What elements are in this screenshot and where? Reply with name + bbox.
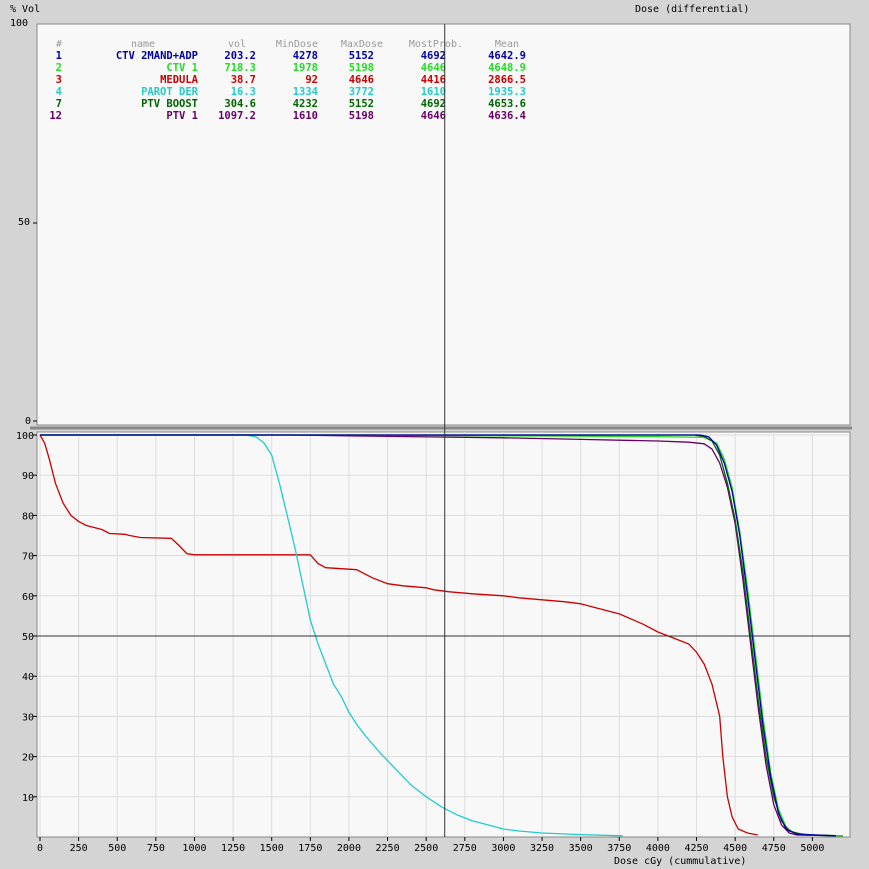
y-tick-label: 20 xyxy=(22,753,34,764)
table-cell-vol: 16.3 xyxy=(231,86,256,98)
table-cell-max: 5198 xyxy=(349,110,374,122)
table-cell-name: CTV 1 xyxy=(166,62,198,74)
table-cell-mean: 4648.9 xyxy=(488,62,526,74)
table-cell-name: PTV 1 xyxy=(166,110,198,122)
top-y-tick-100: 100 xyxy=(10,18,28,29)
table-header: MostProb. xyxy=(409,39,463,50)
table-cell-mean: 4636.4 xyxy=(488,110,526,122)
y-tick-label: 70 xyxy=(22,552,34,563)
table-cell-min: 4278 xyxy=(293,50,318,62)
table-header: # xyxy=(56,39,62,50)
table-cell-id: 7 xyxy=(56,98,62,110)
table-cell-id: 4 xyxy=(56,86,62,98)
x-tick-label: 4000 xyxy=(646,843,670,854)
table-cell-max: 5152 xyxy=(349,50,374,62)
x-tick-label: 2250 xyxy=(376,843,400,854)
x-tick-label: 5000 xyxy=(800,843,824,854)
y-tick-label: 40 xyxy=(22,672,34,683)
y-tick-label: 100 xyxy=(16,431,34,442)
table-cell-min: 1978 xyxy=(293,62,318,74)
table-cell-min: 4232 xyxy=(293,98,318,110)
table-cell-min: 1610 xyxy=(293,110,318,122)
table-cell-mostprob: 4692 xyxy=(421,98,446,110)
y-tick-label: 60 xyxy=(22,592,34,603)
x-tick-label: 1250 xyxy=(221,843,245,854)
table-cell-mean: 4653.6 xyxy=(488,98,526,110)
x-tick-label: 750 xyxy=(147,843,165,854)
table-cell-vol: 304.6 xyxy=(224,98,256,110)
table-cell-name: CTV 2MAND+ADP xyxy=(116,50,198,62)
x-axis-label: Dose cGy (cummulative) xyxy=(614,856,746,867)
table-cell-mostprob: 4646 xyxy=(421,62,446,74)
x-tick-label: 3500 xyxy=(569,843,593,854)
x-tick-label: 1750 xyxy=(298,843,322,854)
table-cell-mean: 1935.3 xyxy=(488,86,526,98)
x-tick-label: 4500 xyxy=(723,843,747,854)
table-cell-id: 3 xyxy=(56,74,62,86)
table-cell-name: MEDULA xyxy=(160,74,199,86)
dvh-viewer: % Vol Dose (differential) 100 50 0 # name… xyxy=(0,0,869,869)
top-y-label: % Vol xyxy=(10,4,40,15)
table-cell-mostprob: 1610 xyxy=(421,86,446,98)
table-cell-min: 1334 xyxy=(293,86,318,98)
table-cell-vol: 1097.2 xyxy=(218,110,256,122)
x-tick-label: 250 xyxy=(70,843,88,854)
table-header: MaxDose xyxy=(341,39,383,50)
table-cell-vol: 718.3 xyxy=(224,62,256,74)
y-tick-label: 80 xyxy=(22,511,34,522)
x-tick-label: 1500 xyxy=(260,843,284,854)
y-tick-label: 90 xyxy=(22,471,34,482)
x-tick-label: 2500 xyxy=(414,843,438,854)
x-tick-label: 4750 xyxy=(762,843,786,854)
table-cell-max: 3772 xyxy=(349,86,374,98)
table-cell-name: PAROT DER xyxy=(141,86,199,98)
x-tick-label: 3750 xyxy=(607,843,631,854)
table-cell-max: 4646 xyxy=(349,74,374,86)
x-tick-label: 0 xyxy=(37,843,43,854)
table-cell-id: 2 xyxy=(56,62,62,74)
table-cell-max: 5198 xyxy=(349,62,374,74)
table-cell-max: 5152 xyxy=(349,98,374,110)
y-tick-label: 50 xyxy=(22,632,34,643)
table-cell-id: 1 xyxy=(56,50,62,62)
table-cell-mostprob: 4692 xyxy=(421,50,446,62)
x-tick-label: 1000 xyxy=(182,843,206,854)
table-cell-vol: 38.7 xyxy=(231,74,256,86)
x-tick-label: 4250 xyxy=(684,843,708,854)
table-cell-name: PTV BOOST xyxy=(141,98,198,110)
x-tick-label: 500 xyxy=(108,843,126,854)
table-header: vol xyxy=(228,39,246,50)
table-cell-mean: 2866.5 xyxy=(488,74,526,86)
table-header: name xyxy=(131,39,155,50)
table-cell-id: 12 xyxy=(49,110,62,122)
table-header: Mean xyxy=(495,39,519,50)
table-cell-mostprob: 4416 xyxy=(421,74,446,86)
x-tick-label: 2000 xyxy=(337,843,361,854)
x-tick-label: 3000 xyxy=(491,843,515,854)
x-tick-label: 2750 xyxy=(453,843,477,854)
top-y-tick-50: 50 xyxy=(18,217,30,228)
table-cell-mean: 4642.9 xyxy=(488,50,526,62)
x-tick-label: 3250 xyxy=(530,843,554,854)
top-title: Dose (differential) xyxy=(635,4,749,15)
dvh-figure: % Vol Dose (differential) 100 50 0 # name… xyxy=(0,0,869,869)
top-y-tick-0: 0 xyxy=(25,416,31,427)
table-cell-min: 92 xyxy=(305,74,318,86)
table-cell-vol: 203.2 xyxy=(224,50,256,62)
y-tick-label: 10 xyxy=(22,793,34,804)
table-header: MinDose xyxy=(276,39,318,50)
table-cell-mostprob: 4646 xyxy=(421,110,446,122)
y-tick-label: 30 xyxy=(22,712,34,723)
